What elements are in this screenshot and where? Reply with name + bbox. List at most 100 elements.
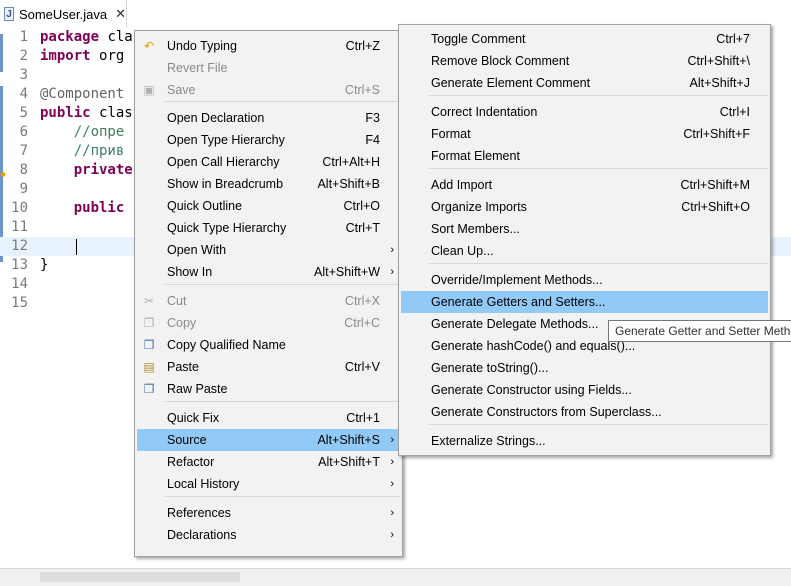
context-menu-item-undo-typing[interactable]: ↶ Undo Typing Ctrl+Z <box>137 35 400 57</box>
line-number: 1 <box>19 29 28 45</box>
source-menu-item-generate-constructor-using-fields[interactable]: Generate Constructor using Fields... <box>401 379 768 401</box>
cut-icon: ✂ <box>143 294 155 308</box>
identifier: org <box>99 48 125 64</box>
code-text: //опре <box>40 123 125 142</box>
line-number: 14 <box>11 276 28 292</box>
menu-item-label: Source <box>167 433 207 447</box>
code-text: @Component <box>40 85 124 104</box>
source-menu-item-remove-block-comment[interactable]: Remove Block Comment Ctrl+Shift+\ <box>401 50 768 72</box>
menu-item-label: Externalize Strings... <box>431 434 546 448</box>
context-menu-item-quick-outline[interactable]: Quick Outline Ctrl+O <box>137 195 400 217</box>
scrollbar-thumb[interactable] <box>40 572 240 582</box>
menu-item-label: Generate hashCode() and equals()... <box>431 339 636 353</box>
menu-item-label: Override/Implement Methods... <box>431 273 603 287</box>
code-text: //прив <box>40 142 125 161</box>
identifier: cla <box>107 29 133 45</box>
raw-paste-icon: ❐ <box>143 382 155 396</box>
source-menu-item-override-implement-methods[interactable]: Override/Implement Methods... <box>401 269 768 291</box>
keyword: package <box>40 29 108 45</box>
context-menu-item-show-in-breadcrumb[interactable]: Show in Breadcrumb Alt+Shift+B <box>137 173 400 195</box>
chevron-right-icon: › <box>390 266 394 278</box>
source-menu-item-format-element[interactable]: Format Element <box>401 145 768 167</box>
context-menu-item-open-declaration[interactable]: Open Declaration F3 <box>137 107 400 129</box>
keyword: public <box>40 105 100 121</box>
menu-separator <box>429 168 768 169</box>
line-number: 3 <box>19 67 28 83</box>
menu-item-shortcut: Alt+Shift+W <box>314 265 380 279</box>
line-number: 15 <box>11 295 28 311</box>
context-menu-item-open-call-hierarchy[interactable]: Open Call Hierarchy Ctrl+Alt+H <box>137 151 400 173</box>
chevron-right-icon: › <box>390 529 394 541</box>
source-menu-item-clean-up[interactable]: Clean Up... <box>401 240 768 262</box>
menu-item-label: Quick Fix <box>167 411 220 425</box>
source-menu-item-generate-getters-and-setters[interactable]: Generate Getters and Setters... <box>401 291 768 313</box>
context-menu-item-revert-file[interactable]: Revert File <box>137 57 400 79</box>
keyword: private <box>40 162 133 178</box>
menu-item-shortcut: Ctrl+S <box>344 83 380 97</box>
source-menu-item-format[interactable]: Format Ctrl+Shift+F <box>401 123 768 145</box>
menu-item-label: Clean Up... <box>431 244 494 258</box>
copy-qualified-icon: ❐ <box>143 338 155 352</box>
menu-separator <box>429 95 768 96</box>
warning-marker-icon[interactable]: ◆ <box>0 165 10 180</box>
source-menu-item-add-import[interactable]: Add Import Ctrl+Shift+M <box>401 174 768 196</box>
menu-item-label: Open Type Hierarchy <box>167 133 285 147</box>
menu-item-label: Format Element <box>431 149 520 163</box>
menu-item-label: Raw Paste <box>167 382 228 396</box>
menu-item-label: Quick Type Hierarchy <box>167 221 287 235</box>
menu-item-label: Open With <box>167 243 227 257</box>
context-menu-item-cut[interactable]: ✂ Cut Ctrl+X <box>137 290 400 312</box>
context-menu-item-raw-paste[interactable]: ❐ Raw Paste <box>137 378 400 400</box>
paste-icon: ▤ <box>143 360 155 374</box>
context-menu-item-save[interactable]: ▣ Save Ctrl+S <box>137 79 400 101</box>
line-number: 7 <box>19 143 28 159</box>
source-menu-item-toggle-comment[interactable]: Toggle Comment Ctrl+7 <box>401 28 768 50</box>
chevron-right-icon: › <box>390 507 394 519</box>
context-menu-item-local-history[interactable]: Local History › <box>137 473 400 495</box>
context-menu-item-open-with[interactable]: Open With › <box>137 239 400 261</box>
menu-item-label: Paste <box>167 360 199 374</box>
source-menu-item-generate-tostring[interactable]: Generate toString()... <box>401 357 768 379</box>
context-menu-item-open-type-hierarchy[interactable]: Open Type Hierarchy F4 <box>137 129 400 151</box>
line-number: 11 <box>11 219 28 235</box>
menu-item-shortcut: Ctrl+1 <box>346 411 380 425</box>
keyword: import <box>40 48 100 64</box>
menu-item-label: Refactor <box>167 455 215 469</box>
menu-item-shortcut: Ctrl+V <box>344 360 380 374</box>
menu-item-shortcut: Ctrl+I <box>719 105 750 119</box>
context-menu-item-quick-type-hierarchy[interactable]: Quick Type Hierarchy Ctrl+T <box>137 217 400 239</box>
menu-separator <box>165 496 400 497</box>
source-menu-item-organize-imports[interactable]: Organize Imports Ctrl+Shift+O <box>401 196 768 218</box>
source-menu-item-sort-members[interactable]: Sort Members... <box>401 218 768 240</box>
menu-separator <box>165 284 400 285</box>
context-menu-item-source[interactable]: Source Alt+Shift+S › <box>137 429 400 451</box>
context-menu-item-show-in[interactable]: Show In Alt+Shift+W › <box>137 261 400 283</box>
horizontal-scrollbar[interactable] <box>0 568 791 586</box>
source-menu-item-generate-element-comment[interactable]: Generate Element Comment Alt+Shift+J <box>401 72 768 94</box>
menu-item-label: Quick Outline <box>167 199 243 213</box>
undo-icon: ↶ <box>143 39 155 53</box>
menu-item-label: Remove Block Comment <box>431 54 570 68</box>
code-text: public clas <box>40 104 133 123</box>
chevron-right-icon: › <box>390 456 394 468</box>
menu-item-shortcut: Ctrl+O <box>343 199 380 213</box>
tab-someuser-java[interactable]: J SomeUser.java ✕ <box>0 0 127 28</box>
close-icon[interactable]: ✕ <box>115 6 126 22</box>
context-menu-item-paste[interactable]: ▤ Paste Ctrl+V <box>137 356 400 378</box>
source-menu-item-correct-indentation[interactable]: Correct Indentation Ctrl+I <box>401 101 768 123</box>
menu-item-label: Add Import <box>431 178 493 192</box>
context-menu-item-refactor[interactable]: Refactor Alt+Shift+T › <box>137 451 400 473</box>
menu-item-shortcut: F4 <box>365 133 380 147</box>
context-menu-item-copy[interactable]: ❐ Copy Ctrl+C <box>137 312 400 334</box>
context-menu-item-copy-qualified-name[interactable]: ❐ Copy Qualified Name <box>137 334 400 356</box>
source-menu-item-generate-constructors-from-superclass[interactable]: Generate Constructors from Superclass... <box>401 401 768 423</box>
java-file-icon: J <box>4 7 14 21</box>
context-menu-item-quick-fix[interactable]: Quick Fix Ctrl+1 <box>137 407 400 429</box>
menu-item-label: Generate Delegate Methods... <box>431 317 599 331</box>
context-menu: ↶ Undo Typing Ctrl+Z Revert File ▣ Save Ctrl+S… <box>134 30 403 557</box>
context-menu-item-declarations[interactable]: Declarations › <box>137 524 400 546</box>
menu-item-shortcut: Ctrl+Z <box>345 39 380 53</box>
source-menu-item-externalize-strings[interactable]: Externalize Strings... <box>401 430 768 452</box>
menu-item-shortcut: Alt+Shift+T <box>318 455 380 469</box>
context-menu-item-references[interactable]: References › <box>137 502 400 524</box>
